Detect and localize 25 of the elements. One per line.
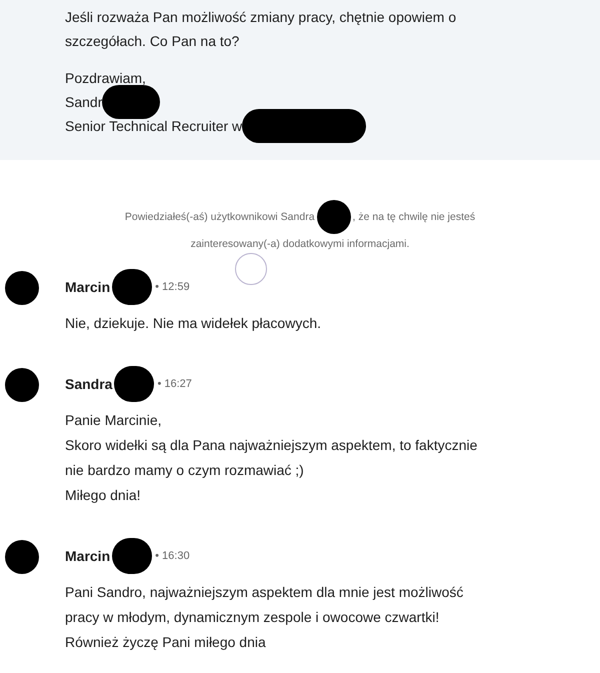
message-text: Pozdrawiam, bbox=[65, 68, 146, 88]
message-text: Jeśli rozważa Pan możliwość zmiany pracy, chętnie opowiem o bbox=[65, 8, 456, 27]
message-time: • 16:30 bbox=[155, 548, 190, 564]
sender-name: Marcin bbox=[65, 278, 110, 296]
message-text: nie bardzo mamy o czym rozmawiać ;) bbox=[65, 461, 305, 480]
sender-name: Marcin bbox=[65, 546, 110, 566]
message-time: • 16:27 bbox=[157, 376, 192, 392]
message-text: Pani Sandro, najważniejszym aspektem dla mnie jest możliwość bbox=[65, 583, 464, 602]
message-text: Sandr bbox=[65, 92, 102, 112]
message-text: Nie, dziekuje. Nie ma widełek płacowych. bbox=[65, 314, 321, 333]
avatar bbox=[5, 540, 39, 574]
avatar bbox=[5, 271, 39, 305]
message-text: Panie Marcinie, bbox=[65, 411, 162, 430]
message-text: Skoro widełki są dla Pana najważniejszym aspektem, to faktycznie bbox=[65, 436, 478, 455]
sender-name: Sandra bbox=[65, 374, 112, 394]
message-time: • 12:59 bbox=[155, 280, 190, 295]
notice-text: , że na tę chwilę nie jesteś bbox=[352, 210, 476, 224]
message-text: szczegółach. Co Pan na to? bbox=[65, 32, 240, 51]
notice-text: Powiedziałeś(-aś) użytkownikowi Sandra bbox=[124, 210, 315, 224]
avatar bbox=[5, 368, 39, 402]
message-text: pracy w młodym, dynamicznym zespole i owocowe czwartki! bbox=[65, 608, 440, 627]
message-text: Senior Technical Recruiter w bbox=[65, 116, 242, 136]
message-text: Również życzę Pani miłego dnia bbox=[65, 633, 267, 652]
message-text: Miłego dnia! bbox=[65, 486, 142, 505]
notice-text: zainteresowany(-a) dodatkowymi informacjami. bbox=[190, 237, 410, 252]
